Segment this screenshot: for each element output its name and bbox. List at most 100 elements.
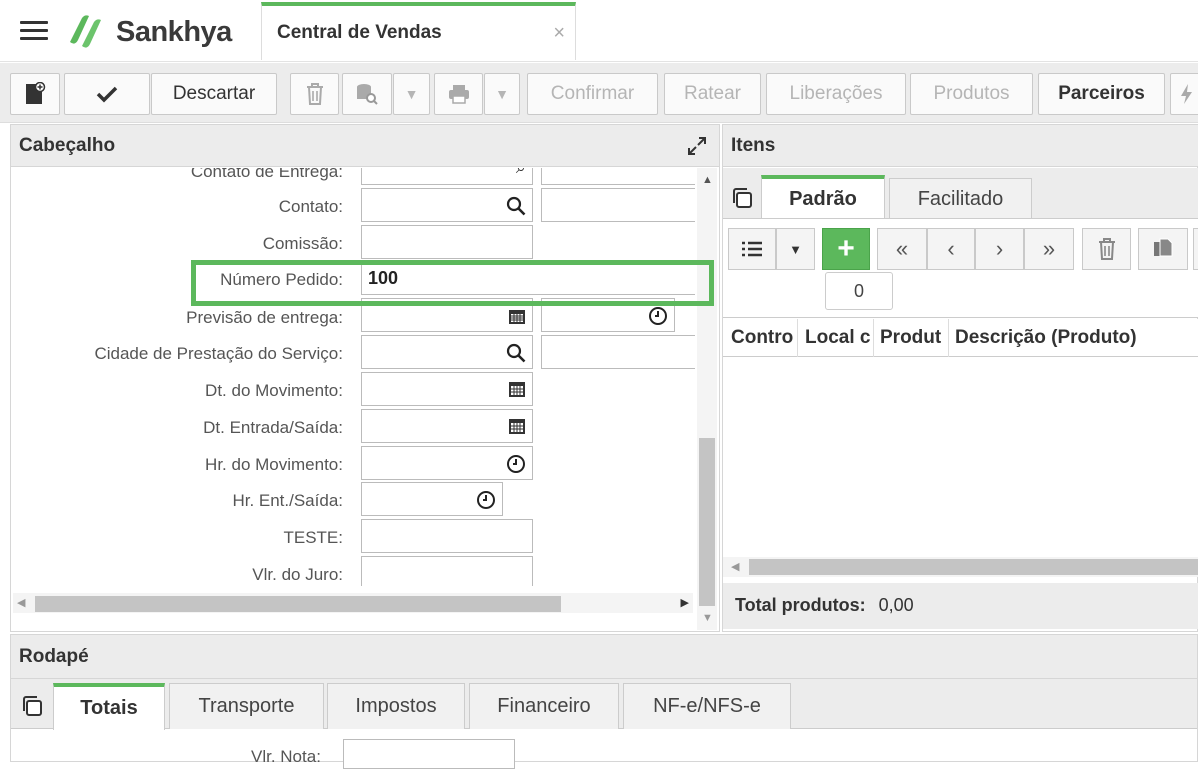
expand-icon[interactable] (687, 136, 707, 156)
tab-impostos[interactable]: Impostos (327, 683, 465, 729)
tab-central-de-vendas[interactable]: Central de Vendas × (261, 2, 576, 60)
produtos-button[interactable]: Produtos (910, 73, 1033, 115)
dt-movimento-field[interactable] (361, 372, 533, 406)
cidade-prestacao-desc-field[interactable] (541, 335, 695, 369)
horizontal-scrollbar[interactable]: ◀ ▶ (13, 593, 693, 613)
search-dropdown-button[interactable]: ▼ (393, 73, 430, 115)
clock-icon[interactable] (648, 306, 668, 326)
new-document-button[interactable] (10, 73, 60, 115)
database-search-icon (357, 84, 378, 105)
label-dt-entrada-saida: Dt. Entrada/Saída: (203, 418, 343, 437)
confirm-button[interactable]: Confirmar (527, 73, 658, 115)
col-produto[interactable]: Produt (880, 327, 941, 349)
scroll-left-icon[interactable]: ◀ (731, 560, 739, 573)
save-button[interactable] (64, 73, 150, 115)
col-descricao[interactable]: Descrição (Produto) (955, 327, 1137, 349)
print-dropdown-button[interactable]: ▼ (484, 73, 520, 115)
items-horizontal-scrollbar[interactable]: ◀ (723, 557, 1198, 577)
divider (723, 317, 1198, 318)
double-chevron-left-icon: « (895, 236, 909, 261)
main-toolbar: Descartar ▼ ▼ Confirmar Ratear Liberaçõe… (0, 63, 1198, 123)
label-hr-movimento: Hr. do Movimento: (205, 455, 343, 474)
col-local[interactable]: Local c (805, 327, 871, 349)
first-record-button[interactable]: « (877, 228, 927, 270)
last-record-button[interactable]: » (1024, 228, 1074, 270)
discard-button[interactable]: Descartar (151, 73, 277, 115)
scroll-down-icon[interactable]: ▼ (702, 612, 713, 624)
itens-title: Itens (731, 134, 776, 156)
tab-nfe-nfse[interactable]: NF-e/NFS-e (623, 683, 791, 729)
next-record-button[interactable]: › (975, 228, 1024, 270)
list-view-button[interactable] (728, 228, 776, 270)
vertical-scrollbar[interactable]: ▲ ▼ (697, 168, 717, 630)
chevron-down-icon: ▼ (404, 86, 419, 102)
search-records-button[interactable] (342, 73, 392, 115)
list-view-dropdown[interactable]: ▼ (776, 228, 815, 270)
add-item-button[interactable]: + (822, 228, 870, 270)
delete-item-button[interactable] (1082, 228, 1131, 270)
clock-icon[interactable] (506, 454, 526, 474)
vlr-juro-field[interactable] (361, 556, 533, 586)
search-icon[interactable] (506, 196, 526, 216)
copy-tabs-icon[interactable] (731, 187, 753, 209)
search-icon[interactable]: ⌕ (516, 168, 526, 178)
prev-record-button[interactable]: ‹ (927, 228, 975, 270)
search-icon[interactable] (506, 343, 526, 363)
cabecalho-form: Contato de Entrega: Contato: Comissão: N… (11, 168, 695, 586)
contato-field[interactable] (361, 188, 533, 222)
scrollbar-thumb[interactable] (699, 438, 715, 606)
comissao-field[interactable] (361, 225, 533, 259)
label-teste: TESTE: (283, 528, 343, 547)
contato-entrega-field[interactable]: ⌕ (361, 168, 533, 185)
parceiros-button[interactable]: Parceiros (1038, 73, 1165, 115)
tab-facilitado[interactable]: Facilitado (889, 178, 1032, 219)
cabecalho-panel: Cabeçalho Contato de Entrega: Contato: C… (10, 124, 720, 632)
brand-logo: Sankhya (66, 12, 232, 52)
contato-desc-field[interactable] (541, 188, 695, 222)
total-produtos-value: 0,00 (878, 595, 914, 615)
tab-financeiro[interactable]: Financeiro (469, 683, 619, 729)
contato-entrega-desc-field[interactable] (541, 168, 695, 185)
tab-padrao[interactable]: Padrão (761, 175, 885, 219)
calendar-icon[interactable] (508, 380, 526, 398)
clock-icon[interactable] (476, 490, 496, 510)
check-icon (96, 86, 118, 103)
tab-transporte[interactable]: Transporte (169, 683, 324, 729)
label-vlr-nota: Vlr. Nota: (251, 747, 321, 766)
teste-field[interactable] (361, 519, 533, 553)
copy-tabs-icon[interactable] (21, 695, 43, 717)
copy-item-button[interactable] (1138, 228, 1188, 270)
itens-header: Itens (723, 125, 1198, 167)
scroll-up-icon[interactable]: ▲ (702, 174, 713, 186)
dt-entrada-saida-field[interactable] (361, 409, 533, 443)
more-grid-button[interactable] (1193, 228, 1198, 270)
grid-body (723, 357, 1198, 557)
rodape-title: Rodapé (19, 645, 89, 667)
calendar-icon[interactable] (508, 307, 526, 325)
col-controle[interactable]: Contro (731, 327, 793, 349)
liberacoes-button[interactable]: Liberações (766, 73, 906, 115)
scroll-right-icon[interactable]: ▶ (681, 596, 689, 609)
close-icon[interactable]: × (553, 22, 565, 45)
grid-header-row: Contro Local c Produt Descrição (Produto… (723, 319, 1198, 357)
vlr-nota-field[interactable] (343, 739, 515, 769)
hr-ent-saida-field[interactable] (361, 482, 503, 516)
chevron-down-icon: ▼ (789, 241, 802, 257)
calendar-icon[interactable] (508, 417, 526, 435)
label-hr-ent-saida: Hr. Ent./Saída: (232, 491, 343, 510)
copy-icon (1154, 238, 1173, 257)
actions-button[interactable] (1170, 73, 1198, 115)
delete-button[interactable] (290, 73, 339, 115)
cidade-prestacao-field[interactable] (361, 335, 533, 369)
print-button[interactable] (434, 73, 483, 115)
h-scrollbar-thumb[interactable] (35, 596, 561, 612)
ratear-button[interactable]: Ratear (664, 73, 761, 115)
hamburger-menu-icon[interactable] (20, 21, 48, 41)
hr-movimento-field[interactable] (361, 446, 533, 480)
col-divider (948, 319, 949, 357)
label-previsao-entrega: Previsão de entrega: (186, 308, 343, 327)
tab-totais[interactable]: Totais (53, 683, 165, 730)
scroll-left-icon[interactable]: ◀ (17, 596, 25, 609)
top-bar: Sankhya Central de Vendas × (0, 0, 1198, 62)
items-h-scrollbar-thumb[interactable] (749, 559, 1198, 575)
